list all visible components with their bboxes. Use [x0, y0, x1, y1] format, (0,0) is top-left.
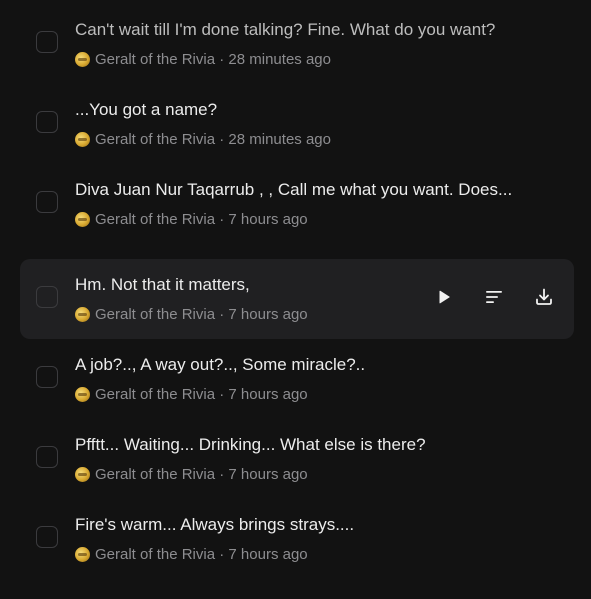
select-checkbox[interactable]: [36, 191, 58, 213]
message-row[interactable]: Pfftt... Waiting... Drinking... What els…: [20, 419, 574, 499]
message-list: Can't wait till I'm done talking? Fine. …: [0, 0, 591, 599]
author-name: Geralt of the Rivia: [95, 385, 216, 403]
message-row[interactable]: Diva Juan Nur Taqarrub , , Call me what …: [20, 164, 574, 244]
message-title: ...You got a name?: [75, 100, 218, 119]
author-avatar: [75, 131, 90, 147]
message-title: Fire's warm... Always brings strays....: [75, 515, 355, 534]
play-button[interactable]: [432, 285, 456, 309]
message-meta: Geralt of the Rivia · 7 hours ago: [75, 465, 308, 483]
author-avatar: [75, 466, 90, 482]
play-icon: [439, 290, 450, 304]
row-actions: [432, 285, 556, 309]
message-title: Can't wait till I'm done talking? Fine. …: [75, 20, 496, 39]
author-name: Geralt of the Rivia: [95, 130, 216, 148]
author-avatar: [75, 51, 90, 67]
message-time: 28 minutes ago: [228, 50, 331, 68]
message-time: 7 hours ago: [228, 305, 308, 323]
author-avatar: [75, 546, 90, 562]
author-name: Geralt of the Rivia: [95, 545, 216, 563]
message-meta: Geralt of the Rivia · 28 minutes ago: [75, 130, 331, 148]
message-time: 7 hours ago: [228, 465, 308, 483]
message-title: Pfftt... Waiting... Drinking... What els…: [75, 435, 426, 454]
select-checkbox[interactable]: [36, 366, 58, 388]
select-checkbox[interactable]: [36, 31, 58, 53]
message-time: 7 hours ago: [228, 210, 308, 228]
select-checkbox[interactable]: [36, 111, 58, 133]
message-row[interactable]: A job?.., A way out?.., Some miracle?.. …: [20, 339, 574, 419]
download-button[interactable]: [532, 285, 556, 309]
message-title: Hm. Not that it matters,: [75, 275, 250, 294]
message-meta: Geralt of the Rivia · 7 hours ago: [75, 305, 308, 323]
message-time: 7 hours ago: [228, 385, 308, 403]
author-avatar: [75, 306, 90, 322]
message-row[interactable]: Can't wait till I'm done talking? Fine. …: [20, 4, 574, 84]
select-checkbox[interactable]: [36, 286, 58, 308]
download-icon: [536, 288, 552, 305]
text-lines-icon: [486, 291, 502, 303]
message-row-hovered[interactable]: Hm. Not that it matters, Geralt of the R…: [20, 259, 574, 339]
message-time: 7 hours ago: [228, 545, 308, 563]
message-time: 28 minutes ago: [228, 130, 331, 148]
author-name: Geralt of the Rivia: [95, 210, 216, 228]
message-row[interactable]: ...You got a name? Geralt of the Rivia ·…: [20, 84, 574, 164]
message-meta: Geralt of the Rivia · 7 hours ago: [75, 385, 308, 403]
transcript-button[interactable]: [482, 285, 506, 309]
message-meta: Geralt of the Rivia · 28 minutes ago: [75, 50, 331, 68]
author-name: Geralt of the Rivia: [95, 305, 216, 323]
author-avatar: [75, 386, 90, 402]
select-checkbox[interactable]: [36, 526, 58, 548]
message-meta: Geralt of the Rivia · 7 hours ago: [75, 210, 308, 228]
select-checkbox[interactable]: [36, 446, 58, 468]
message-title: Diva Juan Nur Taqarrub , , Call me what …: [75, 180, 513, 199]
author-name: Geralt of the Rivia: [95, 465, 216, 483]
message-row[interactable]: Fire's warm... Always brings strays.... …: [20, 499, 574, 579]
author-name: Geralt of the Rivia: [95, 50, 216, 68]
author-avatar: [75, 211, 90, 227]
message-meta: Geralt of the Rivia · 7 hours ago: [75, 545, 308, 563]
message-title: A job?.., A way out?.., Some miracle?..: [75, 355, 366, 374]
